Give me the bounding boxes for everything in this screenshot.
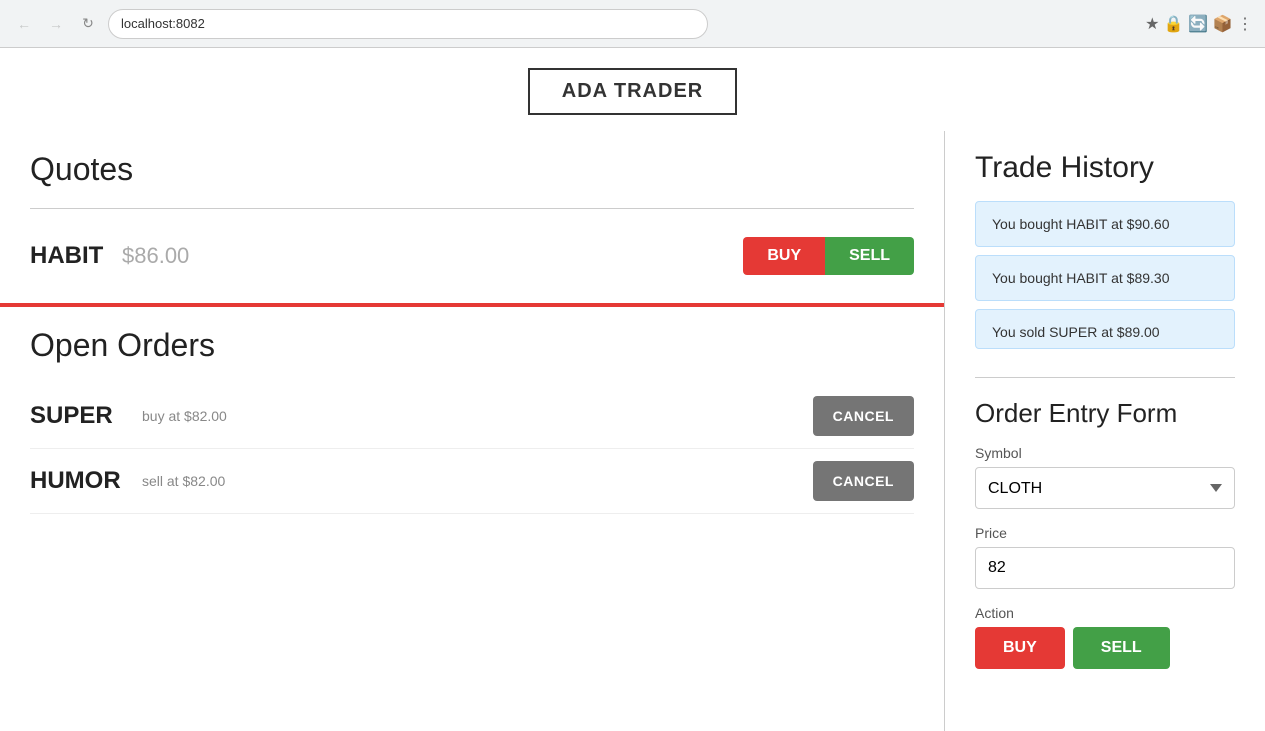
back-button[interactable]: ← xyxy=(12,12,36,36)
forward-button[interactable]: → xyxy=(44,12,68,36)
trade-history-item-2: You sold SUPER at $89.00 xyxy=(975,309,1235,349)
action-buy-button[interactable]: BUY xyxy=(975,627,1065,669)
reload-button[interactable]: ↻ xyxy=(76,12,100,36)
action-group: Action BUY SELL xyxy=(975,605,1235,669)
left-panel: Quotes HABIT $86.00 BUY SELL Open Orders… xyxy=(0,131,945,731)
trade-history-section: Trade History You bought HABIT at $90.60… xyxy=(975,151,1235,378)
app-header: ADA TRADER xyxy=(0,48,1265,131)
order-symbol-humor: HUMOR xyxy=(30,467,130,495)
browser-extension-icons: ★ 🔒 🔄 📦 ⋮ xyxy=(1145,14,1253,34)
trade-history-title: Trade History xyxy=(975,151,1235,185)
quotes-section: Quotes HABIT $86.00 BUY SELL xyxy=(0,131,944,307)
order-entry-title: Order Entry Form xyxy=(975,398,1235,429)
quote-row-habit: HABIT $86.00 BUY SELL xyxy=(30,229,914,283)
address-bar[interactable]: localhost:8082 xyxy=(108,9,708,39)
order-row-humor: HUMOR sell at $82.00 CANCEL xyxy=(30,449,914,514)
order-details-humor: sell at $82.00 xyxy=(142,473,801,489)
buy-habit-button[interactable]: BUY xyxy=(743,237,825,275)
app-title: ADA TRADER xyxy=(528,68,737,115)
url-text: localhost:8082 xyxy=(121,16,205,31)
order-details-super: buy at $82.00 xyxy=(142,408,801,424)
action-buttons: BUY SELL xyxy=(975,627,1235,669)
symbol-group: Symbol CLOTH HABIT SUPER HUMOR xyxy=(975,445,1235,509)
price-group: Price xyxy=(975,525,1235,589)
symbol-select[interactable]: CLOTH HABIT SUPER HUMOR xyxy=(975,467,1235,509)
action-sell-button[interactable]: SELL xyxy=(1073,627,1170,669)
browser-chrome: ← → ↻ localhost:8082 ★ 🔒 🔄 📦 ⋮ xyxy=(0,0,1265,48)
open-orders-section: Open Orders SUPER buy at $82.00 CANCEL H… xyxy=(0,307,944,534)
right-panel: Trade History You bought HABIT at $90.60… xyxy=(945,131,1265,731)
cancel-humor-button[interactable]: CANCEL xyxy=(813,461,914,501)
quote-price-habit: $86.00 xyxy=(122,243,743,269)
order-row-super: SUPER buy at $82.00 CANCEL xyxy=(30,384,914,449)
quote-symbol-habit: HABIT xyxy=(30,242,110,270)
order-symbol-super: SUPER xyxy=(30,402,130,430)
sell-habit-button[interactable]: SELL xyxy=(825,237,914,275)
action-label: Action xyxy=(975,605,1235,621)
price-input[interactable] xyxy=(975,547,1235,589)
price-label: Price xyxy=(975,525,1235,541)
quote-actions-habit: BUY SELL xyxy=(743,237,914,275)
symbol-label: Symbol xyxy=(975,445,1235,461)
quotes-divider xyxy=(30,208,914,209)
main-container: Quotes HABIT $86.00 BUY SELL Open Orders… xyxy=(0,131,1265,731)
cancel-super-button[interactable]: CANCEL xyxy=(813,396,914,436)
trade-history-item-1: You bought HABIT at $89.30 xyxy=(975,255,1235,301)
order-entry-section: Order Entry Form Symbol CLOTH HABIT SUPE… xyxy=(975,378,1235,685)
open-orders-title: Open Orders xyxy=(30,327,914,364)
trade-history-item-0: You bought HABIT at $90.60 xyxy=(975,201,1235,247)
quotes-title: Quotes xyxy=(30,151,914,188)
